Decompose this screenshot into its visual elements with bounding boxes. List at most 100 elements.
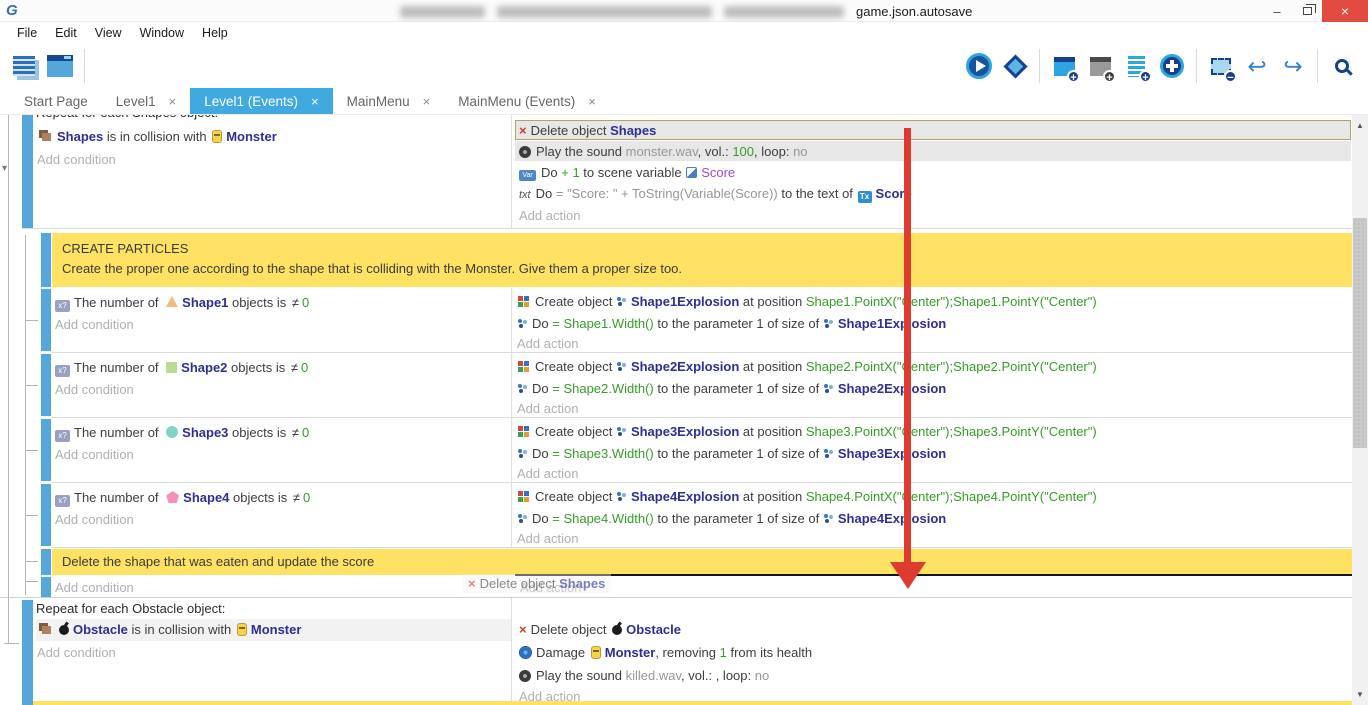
delete-icon: × <box>519 622 527 637</box>
action-damage-monster[interactable]: Damage Monster, removing 1 from its heal… <box>519 643 812 662</box>
action-create-shape2explosion[interactable]: Create object Shape2Explosion at positio… <box>517 357 1097 376</box>
close-tab-icon[interactable]: × <box>423 94 431 109</box>
action-create-shape1explosion[interactable]: Create object Shape1Explosion at positio… <box>517 292 1097 311</box>
action-size-shape2explosion[interactable]: Do = Shape2.Width() to the parameter 1 o… <box>517 379 946 398</box>
add-action-link[interactable]: Add action <box>517 399 578 418</box>
add-condition-link[interactable]: Add condition <box>55 380 134 399</box>
particle-icon <box>824 449 828 453</box>
event-selection-bar[interactable] <box>41 354 51 416</box>
add-action-link[interactable]: Add action <box>517 334 578 353</box>
tab-label: Level1 <box>116 94 156 109</box>
events-sheet-icon[interactable] <box>6 47 42 85</box>
minimize-button[interactable]: – <box>1262 0 1292 22</box>
tab-level1[interactable]: Level1 × <box>102 88 190 114</box>
action-size-shape1explosion[interactable]: Do = Shape1.Width() to the parameter 1 o… <box>517 314 946 333</box>
event-selection-bar[interactable] <box>41 484 51 546</box>
debugger-button[interactable] <box>997 47 1033 85</box>
add-event-button[interactable]: + <box>1046 47 1082 85</box>
event-repeat-shapes-header[interactable]: Repeat for each Shapes object: <box>36 115 218 120</box>
vertical-scrollbar[interactable]: ▲ ▼ <box>1352 115 1368 705</box>
menu-edit[interactable]: Edit <box>46 22 86 44</box>
event-selection-bar[interactable] <box>22 600 33 705</box>
tab-mainmenu-events[interactable]: MainMenu (Events)× <box>444 88 610 114</box>
condition-obstacle-collision[interactable]: Obstacle is in collision with Monster <box>37 620 301 639</box>
add-action-link[interactable]: Add action <box>519 206 580 225</box>
expression: Shape1.PointX("Center");Shape1.PointY("C… <box>806 294 1097 309</box>
action-play-sound-monster[interactable]: Play the sound monster.wav, vol.: 100, l… <box>519 142 808 161</box>
menu-window[interactable]: Window <box>131 22 193 44</box>
object-name: Shape2Explosion <box>838 381 946 396</box>
tab-mainmenu[interactable]: MainMenu× <box>333 88 445 114</box>
add-condition-link[interactable]: Add condition <box>37 150 116 169</box>
preview-play-button[interactable] <box>961 47 997 85</box>
action-increment-score[interactable]: VarDo + 1 to scene variable Score <box>519 163 735 182</box>
add-condition-link[interactable]: Add condition <box>55 445 134 464</box>
redo-button[interactable]: ↪ <box>1275 47 1311 85</box>
add-subevent-button[interactable]: + <box>1082 47 1118 85</box>
object-name: Shape2Explosion <box>631 359 739 374</box>
object-count-icon: x? <box>55 495 70 507</box>
scene-window-icon[interactable] <box>42 47 78 85</box>
event-selection-bar[interactable] <box>22 115 33 228</box>
menu-view[interactable]: View <box>86 22 131 44</box>
close-tab-icon[interactable]: × <box>311 94 319 109</box>
obstacle-bomb-icon <box>612 625 622 635</box>
scroll-down-icon[interactable]: ▼ <box>1352 690 1368 699</box>
tab-level1-events[interactable]: Level1 (Events)× <box>190 88 332 114</box>
restore-button[interactable] <box>1292 0 1322 22</box>
add-condition-link[interactable]: Add condition <box>37 643 116 662</box>
add-action-link[interactable]: Add action <box>517 464 578 483</box>
undo-button[interactable]: ↩ <box>1239 47 1275 85</box>
action-create-shape4explosion[interactable]: Create object Shape4Explosion at positio… <box>517 487 1097 506</box>
add-condition-link[interactable]: Add condition <box>55 510 134 529</box>
condition-action-divider <box>511 115 512 228</box>
menu-help[interactable]: Help <box>193 22 237 44</box>
event-selection-bar[interactable] <box>41 577 51 597</box>
comment-delete-shape[interactable]: Delete the shape that was eaten and upda… <box>52 549 1352 575</box>
action-size-shape4explosion[interactable]: Do = Shape4.Width() to the parameter 1 o… <box>517 509 946 528</box>
event-selection-bar[interactable] <box>41 289 51 351</box>
collapse-icon[interactable]: ▾ <box>2 163 7 174</box>
action-create-shape3explosion[interactable]: Create object Shape3Explosion at positio… <box>517 422 1097 441</box>
scroll-up-icon[interactable]: ▲ <box>1352 121 1368 130</box>
condition-shape3-count[interactable]: x?The number of Shape3 objects is ≠0 <box>55 423 309 442</box>
add-condition-link[interactable]: Add condition <box>55 578 134 597</box>
remove-selection-button[interactable]: − <box>1203 47 1239 85</box>
event-selection-bar[interactable] <box>41 419 51 481</box>
comment-create-particles[interactable]: CREATE PARTICLES Create the proper one a… <box>52 233 1352 287</box>
action-play-sound-killed[interactable]: Play the sound killed.wav, vol.: , loop:… <box>519 666 769 685</box>
particle-icon <box>617 427 621 431</box>
action-set-score-text[interactable]: txtDo = "Score: " + ToString(Variable(Sc… <box>519 184 912 205</box>
action-text: Delete object <box>480 576 560 591</box>
event-repeat-obstacle-header[interactable]: Repeat for each Obstacle object: <box>36 601 225 616</box>
object-name: Shape3Explosion <box>838 446 946 461</box>
loop-value: no <box>793 144 807 159</box>
events-sheet[interactable]: ▾ Repeat for each Shapes object: Shapes … <box>0 115 1352 705</box>
add-condition-link[interactable]: Add condition <box>55 315 134 334</box>
action-text: to the text of <box>778 186 857 201</box>
action-delete-obstacle[interactable]: ×Delete object Obstacle <box>519 620 681 639</box>
condition-shape2-count[interactable]: x?The number of Shape2 objects is ≠0 <box>55 358 308 377</box>
add-comment-button[interactable]: + <box>1118 47 1154 85</box>
condition-action-divider <box>511 418 512 482</box>
condition-shape4-count[interactable]: x?The number of Shape4 objects is ≠0 <box>55 488 310 507</box>
close-tab-icon[interactable]: × <box>588 94 596 109</box>
action-text: Do <box>532 381 552 396</box>
condition-shapes-collision[interactable]: Shapes is in collision with Monster <box>37 127 277 146</box>
condition-shape1-count[interactable]: x?The number of Shape1 objects is ≠0 <box>55 293 309 312</box>
add-element-button[interactable] <box>1154 47 1190 85</box>
tab-start-page[interactable]: Start Page <box>10 88 102 114</box>
event-selection-bar[interactable] <box>41 233 51 287</box>
condition-text: The number of <box>74 295 162 310</box>
add-action-link[interactable]: Add action <box>517 529 578 548</box>
action-size-shape3explosion[interactable]: Do = Shape3.Width() to the parameter 1 o… <box>517 444 946 463</box>
scrollbar-thumb[interactable] <box>1353 218 1367 448</box>
close-button[interactable]: × <box>1322 0 1368 22</box>
menu-file[interactable]: File <box>8 22 46 44</box>
tree-stub <box>25 515 38 516</box>
text-action-icon: txt <box>519 189 531 201</box>
event-selection-bar[interactable] <box>41 549 51 575</box>
close-tab-icon[interactable]: × <box>169 94 177 109</box>
action-delete-shapes[interactable]: ×Delete object Shapes <box>519 121 656 140</box>
search-button[interactable] <box>1324 47 1360 85</box>
